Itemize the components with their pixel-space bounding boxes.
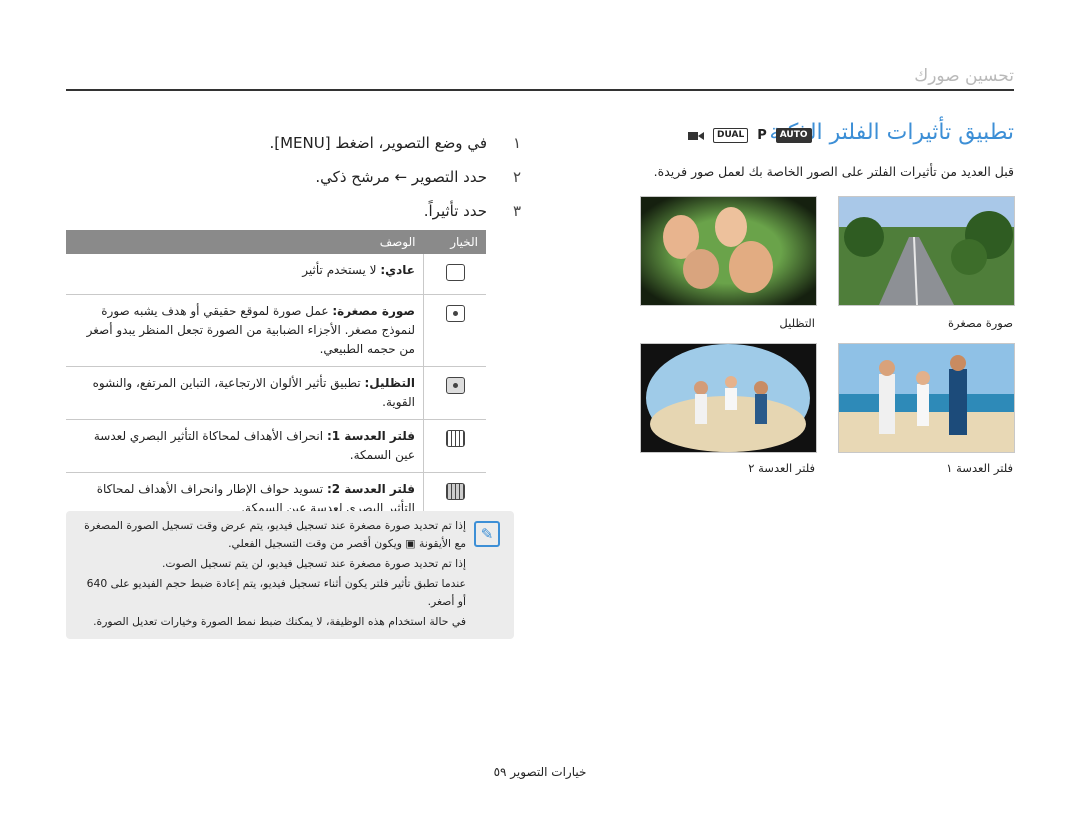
step-number: ١ <box>512 134 521 152</box>
table-header: الخيار الوصف <box>66 230 486 254</box>
lens1-icon <box>445 430 465 447</box>
option-name: التظليل: <box>364 376 415 390</box>
note-line: مع الأيقونة ▣ ويكون أقصر من وقت التسجيل … <box>228 537 466 550</box>
normal-icon <box>445 264 465 281</box>
step-3: ٣ حدد تأثيراً. <box>423 202 521 220</box>
photo-lens1 <box>838 343 1015 453</box>
photo-vignetting <box>640 196 817 306</box>
step-2: ٢ حدد التصوير ← مرشح ذكي. <box>315 168 521 186</box>
photo-caption: فلتر العدسة ١ <box>946 461 1013 475</box>
step-text: في وضع التصوير، اضغط [MENU]. <box>269 134 487 152</box>
intro-text: قبل العديد من تأثيرات الفلتر على الصور ا… <box>653 164 1014 179</box>
photo-miniature <box>838 196 1015 306</box>
step-text: حدد تأثيراً. <box>423 202 487 220</box>
photo-caption: صورة مصغرة <box>948 316 1013 330</box>
note-icon: ✎ <box>474 521 500 547</box>
option-name: فلتر العدسة 2: <box>326 482 415 496</box>
step-1: ١ في وضع التصوير، اضغط [MENU]. <box>269 134 521 152</box>
header-description: الوصف <box>66 230 424 254</box>
photo-caption: التظليل <box>779 316 815 330</box>
option-desc: لا يستخدم تأثير <box>302 263 377 277</box>
option-name: عادي: <box>380 263 415 277</box>
top-divider <box>66 89 1014 91</box>
option-name: صورة مصغرة: <box>332 304 415 318</box>
lens2-icon <box>445 483 465 500</box>
program-mode-icon: P <box>757 128 767 143</box>
note-line: أو أصغر. <box>427 595 466 608</box>
table-row: فلتر العدسة 1: انحراف الأهداف لمحاكاة ال… <box>66 419 486 473</box>
note-line: إذا تم تحديد صورة مصغرة عند تسجيل فيديو،… <box>161 557 466 570</box>
vignetting-icon <box>445 377 465 394</box>
note-line: عندما تطبق تأثير فلتر يكون أثناء تسجيل ف… <box>86 577 466 590</box>
miniature-icon <box>445 305 465 322</box>
photo-lens2 <box>640 343 817 453</box>
note-line: إذا تم تحديد صورة مصغرة عند تسجيل فيديو،… <box>84 519 466 532</box>
table-row: التظليل: تطبيق تأثير الألوان الارتجاعية،… <box>66 366 486 420</box>
dual-mode-icon: DUAL <box>713 128 749 143</box>
step-text: حدد التصوير ← مرشح ذكي. <box>315 168 487 186</box>
options-table: الخيار الوصف عادي: لا يستخدم تأثير صورة … <box>66 230 486 526</box>
movie-icon <box>688 131 704 140</box>
table-row: عادي: لا يستخدم تأثير <box>66 254 486 295</box>
auto-mode-icon: AUTO <box>775 128 812 143</box>
step-number: ٣ <box>512 202 521 220</box>
mode-icons: DUAL P AUTO <box>688 128 812 143</box>
note-box: ✎ إذا تم تحديد صورة مصغرة عند تسجيل فيدي… <box>66 511 514 639</box>
step-number: ٢ <box>512 168 521 186</box>
page-footer: خيارات التصوير ٥٩ <box>493 765 587 779</box>
section-title: تحسين صورك <box>914 66 1014 86</box>
table-row: صورة مصغرة: عمل صورة لموقع حقيقي أو هدف … <box>66 294 486 367</box>
option-name: فلتر العدسة 1: <box>326 429 415 443</box>
note-line: في حالة استخدام هذه الوظيفة، لا يمكنك ضب… <box>93 615 466 628</box>
photo-caption: فلتر العدسة ٢ <box>748 461 815 475</box>
header-option: الخيار <box>423 230 486 254</box>
